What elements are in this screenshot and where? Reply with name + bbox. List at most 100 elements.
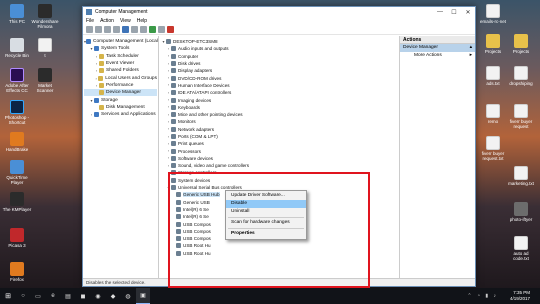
computer-management-taskbar-icon[interactable]: ▣ xyxy=(136,288,150,304)
context-menu-scan-for-hardware-changes[interactable]: Scan for hardware changes xyxy=(226,219,306,227)
context-menu-properties[interactable]: Properties xyxy=(226,230,306,238)
device-category[interactable]: › Display adapters xyxy=(161,67,397,74)
more-actions[interactable]: More Actions ▸ xyxy=(400,52,475,60)
device-category[interactable]: › Human Interface Devices xyxy=(161,82,397,89)
desktop-icon[interactable]: Projects xyxy=(478,34,508,54)
menu-view[interactable]: View xyxy=(120,18,131,24)
minimize-button[interactable]: — xyxy=(433,7,447,17)
menu-action[interactable]: Action xyxy=(100,18,114,24)
menu-separator xyxy=(228,228,304,229)
desktop-icon[interactable]: ads.txt xyxy=(478,66,508,86)
view-icon[interactable] xyxy=(131,26,138,33)
desktop-icon[interactable]: auto ad code.txt xyxy=(506,236,536,261)
tree-item[interactable]: ▾ Storage xyxy=(84,96,157,103)
title-bar[interactable]: Computer Management — ☐ ✕ xyxy=(83,7,475,17)
chrome-icon[interactable]: ◉ xyxy=(91,288,105,304)
tree-item[interactable]: › Performance xyxy=(84,82,157,89)
desktop-icon[interactable]: Picasa 3 xyxy=(2,228,32,248)
device-category[interactable]: › System devices xyxy=(161,177,397,184)
desktop-icon[interactable]: Adobe After Effects CC xyxy=(2,68,32,93)
tree-item[interactable]: ▾ Computer Management (Local xyxy=(84,38,158,45)
desktop-icon[interactable]: Photoshop - Shortcut xyxy=(2,100,32,125)
device-category[interactable]: › Monitors xyxy=(161,118,397,125)
uninstall-device-icon[interactable] xyxy=(167,26,174,33)
desktop-icon[interactable]: marketing.txt xyxy=(506,166,536,186)
desktop-icon[interactable]: photo-iftyer xyxy=(506,202,536,222)
usb-device[interactable]: USB Root Hu xyxy=(161,242,397,249)
usb-device[interactable]: USB Root Hu xyxy=(161,250,397,257)
device-category[interactable]: › Sound, video and game controllers xyxy=(161,162,397,169)
desktop-icon[interactable]: remo xyxy=(478,104,508,124)
filmora-taskbar-icon[interactable]: ◆ xyxy=(106,288,120,304)
update-driver-icon[interactable] xyxy=(149,26,156,33)
device-category[interactable]: › Keyboards xyxy=(161,104,397,111)
help-icon[interactable] xyxy=(122,26,129,33)
maximize-button[interactable]: ☐ xyxy=(447,7,461,17)
desktop-icon[interactable]: The KMPlayer xyxy=(2,192,32,212)
tree-item[interactable]: › Local Users and Groups xyxy=(84,74,157,81)
device-category[interactable]: › Processors xyxy=(161,147,397,154)
menu-file[interactable]: File xyxy=(86,18,94,24)
context-menu-disable[interactable]: Disable xyxy=(226,200,306,208)
tree-item-label: Services and Applications xyxy=(101,112,156,118)
back-icon[interactable] xyxy=(86,26,93,33)
task-view-icon[interactable]: ▭ xyxy=(31,288,45,304)
desktop-icon-label: remo xyxy=(487,119,499,124)
properties-icon[interactable] xyxy=(113,26,120,33)
search-icon[interactable]: ○ xyxy=(16,288,30,304)
close-button[interactable]: ✕ xyxy=(461,7,475,17)
device-category[interactable]: › Mice and other pointing devices xyxy=(161,111,397,118)
desktop-icon[interactable]: Recycle Bin xyxy=(2,38,32,58)
device-category[interactable]: › Network adapters xyxy=(161,126,397,133)
store-icon[interactable]: ◼ xyxy=(76,288,90,304)
tree-item[interactable]: › Shared Folders xyxy=(84,67,157,74)
device-category[interactable]: › Ports (COM & LPT) xyxy=(161,133,397,140)
tree-item[interactable]: ▾ System Tools xyxy=(84,45,157,52)
device-category[interactable]: › IDE ATA/ATAPI controllers xyxy=(161,89,397,96)
context-menu-update-driver-software[interactable]: Update Driver Software... xyxy=(226,192,306,200)
tree-item[interactable]: Device Manager xyxy=(84,89,157,97)
up-icon[interactable] xyxy=(104,26,111,33)
desktop-icon[interactable]: fiverr buyer request xyxy=(506,104,536,129)
clock[interactable]: 7:35 PM 4/19/2017 xyxy=(510,290,530,302)
desktop-icon[interactable]: QuickTime Player xyxy=(2,160,32,185)
desktop-icon[interactable]: fiverr buyer request.txt xyxy=(478,136,508,161)
tree-item[interactable]: › Services and Applications xyxy=(84,111,157,118)
tree-item[interactable]: › Task Scheduler xyxy=(84,53,157,60)
desktop-icon[interactable]: emails-rc-net xyxy=(478,4,508,24)
forward-icon[interactable] xyxy=(95,26,102,33)
device-category[interactable]: › DVD/CD-ROM drives xyxy=(161,74,397,81)
desktop-icon[interactable]: t xyxy=(30,38,60,58)
desktop-icon[interactable]: This PC xyxy=(2,4,32,24)
desktop-icon[interactable]: Market Scanner xyxy=(30,68,60,93)
device-category[interactable]: › Audio inputs and outputs xyxy=(161,45,397,52)
desktop-icon-label: Adobe After Effects CC xyxy=(5,83,29,93)
system-tray[interactable]: ⌃ ◔ ▮ ♪ xyxy=(467,293,498,299)
device-category[interactable]: › Storage controllers xyxy=(161,169,397,176)
desktop-icon[interactable]: Projects xyxy=(506,34,536,54)
start-button[interactable]: ⊞ xyxy=(0,288,16,304)
menu-help[interactable]: Help xyxy=(137,18,147,24)
device-category[interactable]: › Computer xyxy=(161,53,397,60)
desktop-icon[interactable]: HandBrake xyxy=(2,132,32,152)
firefox-taskbar-icon[interactable]: ◍ xyxy=(121,288,135,304)
usb-icon xyxy=(176,206,181,212)
device-tree-root[interactable]: ▾ DESKTOP-ETC3SM8 xyxy=(161,38,397,45)
actions-device-manager[interactable]: Device Manager ▴ xyxy=(400,44,475,52)
desktop-icon[interactable]: Wondershare Filmora xyxy=(30,4,60,29)
tree-item[interactable]: › Event Viewer xyxy=(84,60,157,67)
device-category[interactable]: › Software devices xyxy=(161,155,397,162)
desktop-icon[interactable]: Firefox xyxy=(2,262,32,282)
desktop-icon-label: fiverr buyer request xyxy=(509,119,533,129)
disable-device-icon[interactable] xyxy=(158,26,165,33)
file-explorer-icon[interactable]: ▤ xyxy=(61,288,75,304)
device-category-label: Print queues xyxy=(178,141,204,147)
edge-icon[interactable]: e xyxy=(46,288,60,304)
context-menu-uninstall[interactable]: Uninstall xyxy=(226,208,306,216)
tree-item[interactable]: Disk Management xyxy=(84,104,157,111)
scan-hardware-icon[interactable] xyxy=(140,26,147,33)
desktop-icon[interactable]: dropshiping xyxy=(506,66,536,86)
device-category[interactable]: › Print queues xyxy=(161,140,397,147)
device-category[interactable]: › Imaging devices xyxy=(161,96,397,103)
device-category[interactable]: › Disk drives xyxy=(161,60,397,67)
